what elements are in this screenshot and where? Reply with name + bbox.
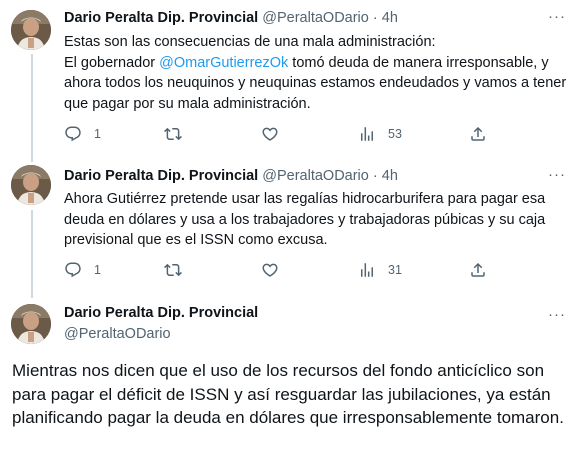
views-button[interactable]: 53 <box>358 124 402 144</box>
tweet-text-fragment: El gobernador <box>64 54 160 71</box>
author-handle[interactable]: @PeraltaODario <box>64 325 171 343</box>
main-tweet: Dario Peralta Dip. Provincial @PeraltaOD… <box>0 292 581 468</box>
tweet[interactable]: Dario Peralta Dip. Provincial @PeraltaOD… <box>0 0 581 155</box>
avatar[interactable] <box>11 304 51 344</box>
tweet-text: Mientras nos dicen que el uso de los rec… <box>12 361 564 427</box>
bar-chart-icon <box>361 263 373 277</box>
bar-chart-icon <box>361 127 373 141</box>
like-button[interactable] <box>261 124 291 144</box>
tweet-header: Dario Peralta Dip. Provincial @PeraltaOD… <box>64 9 398 27</box>
more-options-button[interactable]: ··· <box>547 167 567 188</box>
share-upload-icon <box>471 262 485 277</box>
like-button[interactable] <box>261 260 291 280</box>
author-name[interactable]: Dario Peralta Dip. Provincial <box>64 168 258 184</box>
views-count: 53 <box>388 127 402 141</box>
retweet-icon <box>164 127 182 141</box>
tweet-actions: 1 53 <box>64 124 504 144</box>
author-name[interactable]: Dario Peralta Dip. Provincial <box>64 304 258 322</box>
profile-photo <box>11 10 51 50</box>
more-horizontal-icon: ··· <box>548 306 566 323</box>
tweet[interactable]: Dario Peralta Dip. Provincial @PeraltaOD… <box>0 155 581 292</box>
more-horizontal-icon: ··· <box>548 8 566 25</box>
views-count: 31 <box>388 263 402 277</box>
reply-bubble-icon <box>65 262 81 278</box>
tweet-text: Ahora Gutiérrez pretende usar las regalí… <box>64 191 546 248</box>
heart-icon <box>262 263 278 277</box>
reply-button[interactable]: 1 <box>64 260 101 280</box>
profile-photo <box>11 304 51 344</box>
reply-count: 1 <box>94 263 101 277</box>
retweet-button[interactable] <box>164 260 194 280</box>
author-name[interactable]: Dario Peralta Dip. Provincial <box>64 10 258 26</box>
reply-button[interactable]: 1 <box>64 124 101 144</box>
tweet-text: Estas son las consecuencias de una mala … <box>64 32 569 114</box>
share-upload-icon <box>471 126 485 141</box>
mention-link[interactable]: @OmarGutierrezOk <box>159 55 288 71</box>
timestamp[interactable]: 4h <box>382 168 398 184</box>
tweet-actions: 1 31 <box>64 260 504 280</box>
reply-count: 1 <box>94 127 101 141</box>
retweet-icon <box>164 263 182 277</box>
views-button[interactable]: 31 <box>358 260 402 280</box>
profile-photo <box>11 165 51 205</box>
tweet-text-line: Estas son las consecuencias de una mala … <box>64 34 436 50</box>
separator-dot: · <box>372 168 378 184</box>
avatar[interactable] <box>11 165 51 205</box>
separator-dot: · <box>372 10 378 26</box>
more-horizontal-icon: ··· <box>548 166 566 183</box>
reply-bubble-icon <box>65 126 81 142</box>
share-button[interactable] <box>469 124 487 144</box>
tweet-header: Dario Peralta Dip. Provincial @PeraltaOD… <box>64 167 398 185</box>
author-handle[interactable]: @PeraltaODario <box>262 168 369 184</box>
retweet-button[interactable] <box>164 124 194 144</box>
timestamp[interactable]: 4h <box>382 10 398 26</box>
more-options-button[interactable]: ··· <box>547 307 567 328</box>
tweet-text-paragraph: El gobernador @OmarGutierrezOk tomó deud… <box>64 53 569 115</box>
heart-icon <box>262 127 278 141</box>
author-handle[interactable]: @PeraltaODario <box>262 10 369 26</box>
more-options-button[interactable]: ··· <box>547 9 567 30</box>
share-button[interactable] <box>469 260 487 280</box>
avatar[interactable] <box>11 10 51 50</box>
